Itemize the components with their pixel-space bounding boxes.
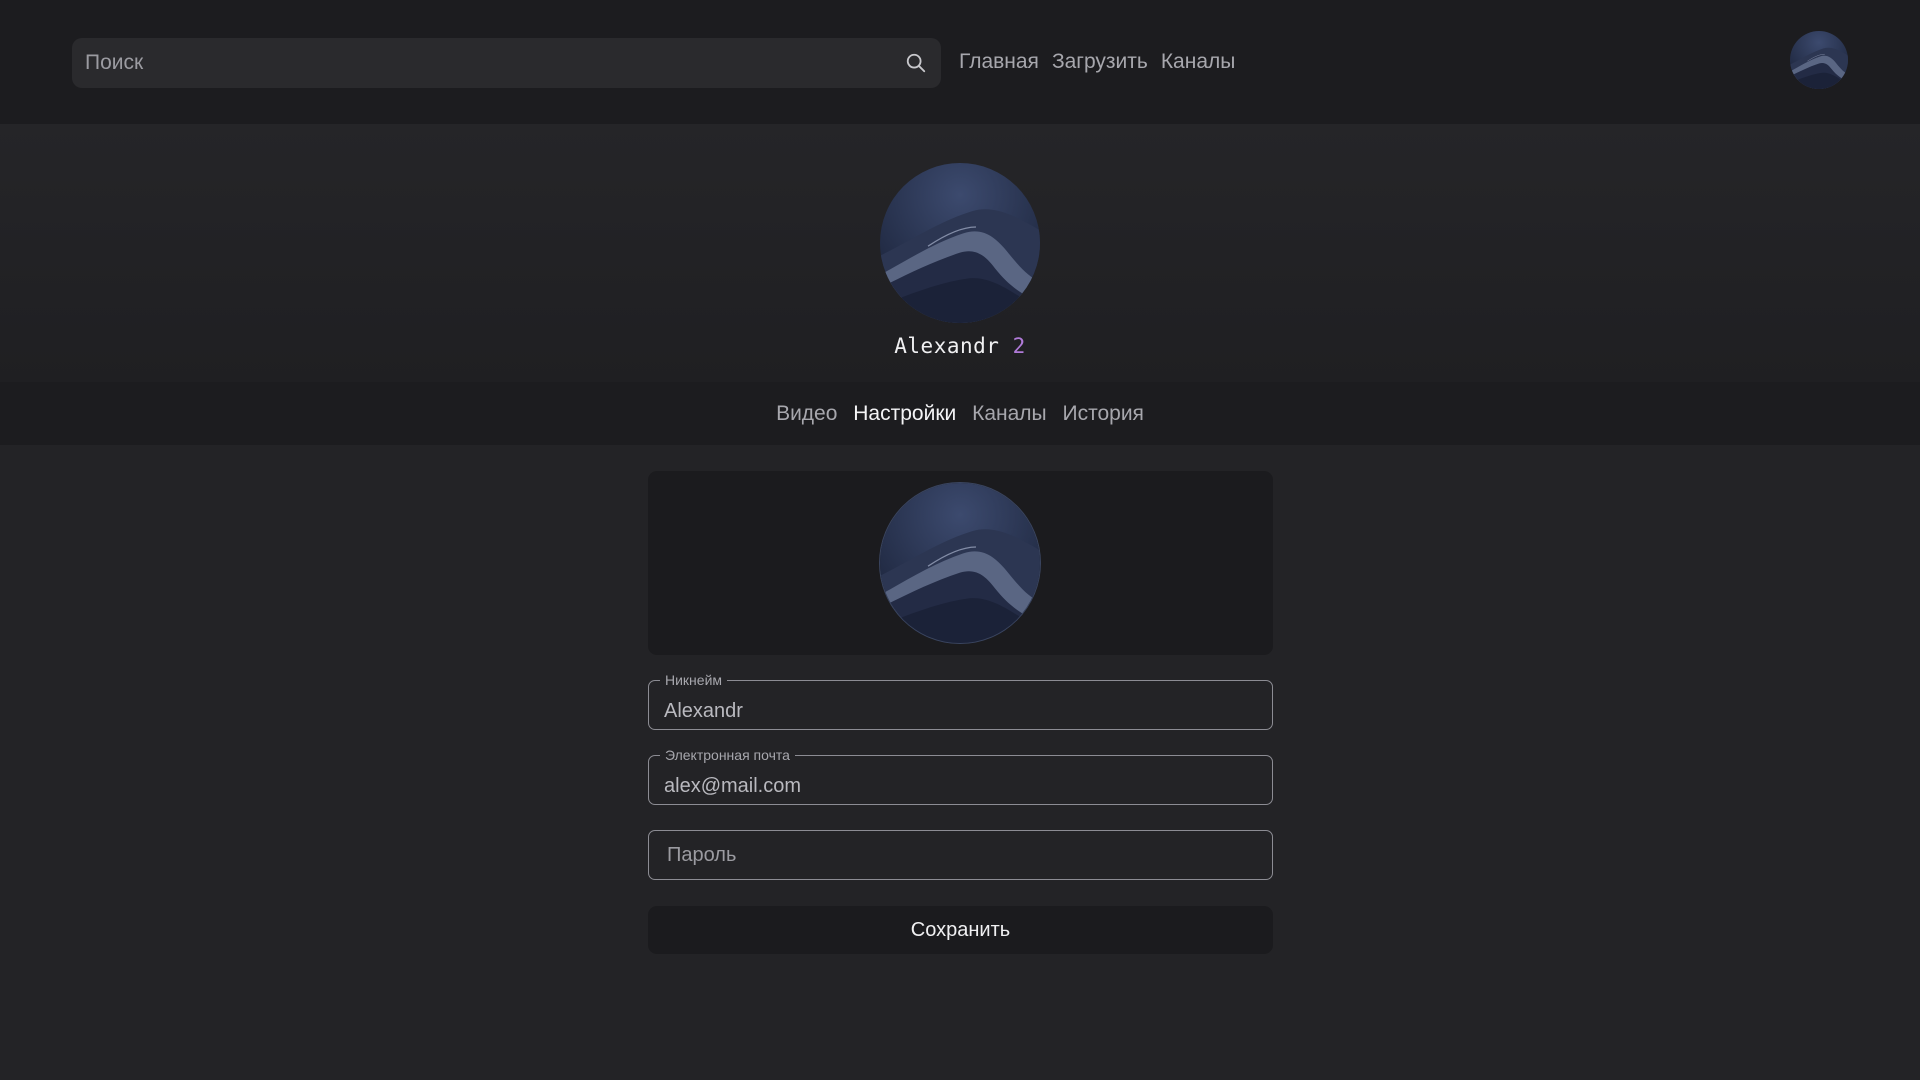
profile-username: Alexandr 2 [0,334,1920,358]
tab-videos[interactable]: Видео [776,402,837,425]
nav-channels-link[interactable]: Каналы [1161,50,1236,74]
tab-channels[interactable]: Каналы [972,402,1047,425]
profile-number: 2 [1012,334,1026,358]
user-avatar[interactable] [1790,31,1848,89]
password-input[interactable] [649,831,1272,879]
profile-header: Alexandr 2 [0,124,1920,382]
search-input[interactable] [72,38,892,88]
email-input[interactable] [649,756,1272,804]
profile-tabs: Видео Настройки Каналы История [0,402,1920,426]
nickname-input[interactable] [649,681,1272,729]
search-icon[interactable] [901,48,931,78]
profile-avatar [880,163,1040,323]
profile-name: Alexandr [894,334,1000,358]
email-field: Электронная почта [648,747,1273,805]
profile-avatar-image [880,163,1040,323]
password-field [648,830,1273,880]
nickname-field: Никнейм [648,672,1273,730]
main-nav: Главная Загрузить Каналы [959,50,1235,74]
avatar-edit-card [648,471,1273,655]
tab-history[interactable]: История [1062,402,1143,425]
nav-home-link[interactable]: Главная [959,50,1039,74]
avatar-image [1790,31,1848,89]
avatar-upload[interactable] [880,483,1040,643]
top-header: Главная Загрузить Каналы [0,0,1920,124]
tab-settings[interactable]: Настройки [853,402,956,425]
nav-upload-link[interactable]: Загрузить [1052,50,1148,74]
avatar-upload-image [880,483,1040,643]
profile-tabs-bar: Видео Настройки Каналы История [0,382,1920,445]
search-bar [72,38,941,88]
save-button[interactable]: Сохранить [648,906,1273,954]
